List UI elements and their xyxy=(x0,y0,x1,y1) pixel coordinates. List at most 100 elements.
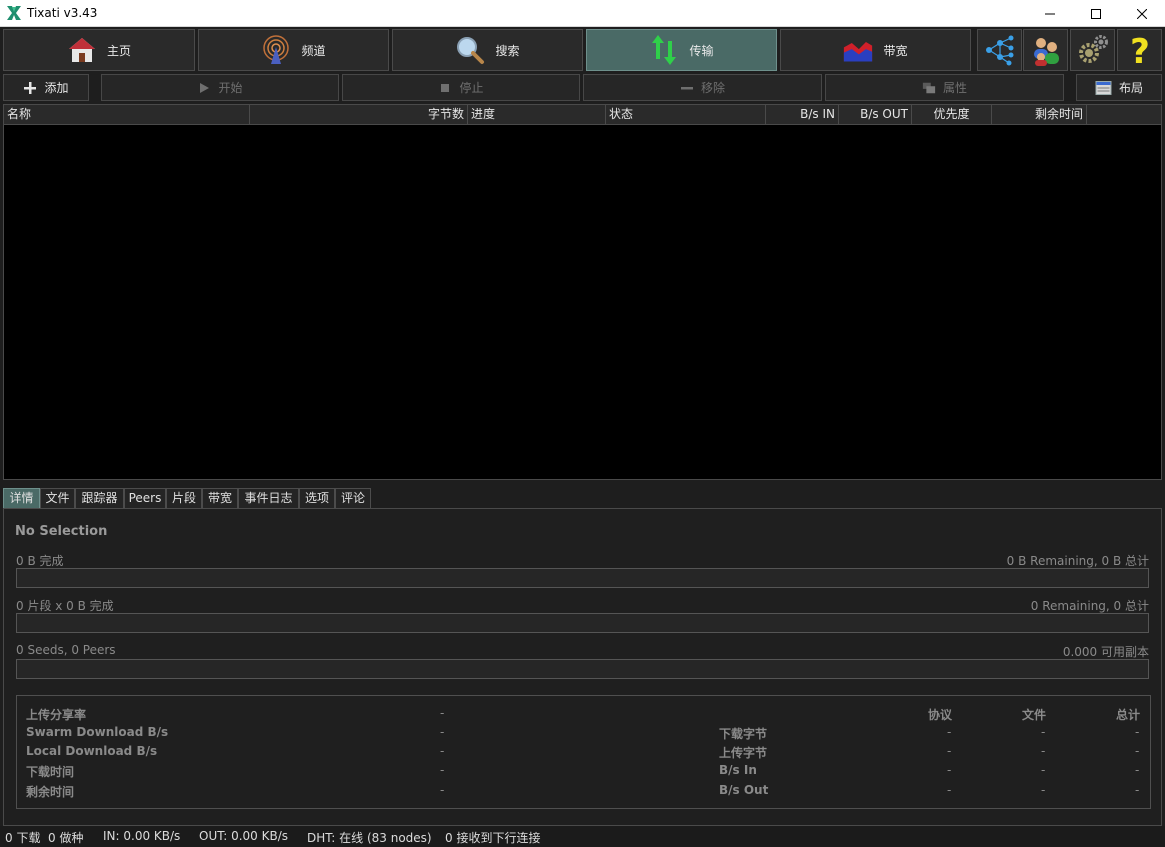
stat-value: - xyxy=(947,763,952,777)
tab-trackers[interactable]: 跟踪器 xyxy=(75,488,124,509)
column-bs-out[interactable]: B/s OUT xyxy=(839,105,912,124)
status-seeds: 0 做种 xyxy=(48,831,84,845)
column-status[interactable]: 状态 xyxy=(606,105,766,124)
column-progress[interactable]: 进度 xyxy=(468,105,606,124)
tab-details[interactable]: 详情 xyxy=(3,488,40,509)
download-time-label: 下载时间 xyxy=(26,765,75,779)
stat-value: - xyxy=(947,783,952,797)
svg-text:?: ? xyxy=(1130,33,1150,67)
stop-button[interactable]: 停止 xyxy=(342,74,580,101)
remove-label: 移除 xyxy=(700,81,725,95)
close-button[interactable] xyxy=(1119,0,1165,27)
broadcast-tower-icon xyxy=(263,35,290,64)
network-nodes-icon xyxy=(985,35,1013,66)
column-bytes[interactable]: 字节数 xyxy=(250,105,468,124)
status-dht: DHT: 在线 (83 nodes) xyxy=(307,831,432,845)
stat-value: - xyxy=(1135,783,1140,797)
minimize-button[interactable] xyxy=(1027,0,1073,27)
bs-in-label: B/s In xyxy=(719,763,757,777)
remove-button[interactable]: 移除 xyxy=(583,74,822,101)
details-panel: No Selection 0 B 完成 0 B Remaining, 0 B 总… xyxy=(3,508,1162,826)
stat-value: - xyxy=(947,744,952,758)
settings-button[interactable] xyxy=(1070,29,1115,71)
swarm-download-label: Swarm Download B/s xyxy=(26,725,169,739)
tab-peers[interactable]: Peers xyxy=(124,488,166,509)
complete-text: 0 B 完成 xyxy=(16,554,64,568)
window-title: Tixati v3.43 xyxy=(27,6,98,20)
local-download-label: Local Download B/s xyxy=(26,744,158,758)
house-icon xyxy=(68,38,95,62)
properties-button[interactable]: 属性 xyxy=(825,74,1064,101)
availability-bar xyxy=(16,659,1149,679)
channels-button[interactable]: 频道 xyxy=(198,29,389,71)
transfer-list[interactable]: 名称 字节数 进度 状态 B/s IN B/s OUT 优先度 剩余时间 xyxy=(3,104,1162,480)
properties-label: 属性 xyxy=(942,81,967,95)
tab-event-log[interactable]: 事件日志 xyxy=(238,488,299,509)
stop-icon xyxy=(441,83,450,92)
stat-value: - xyxy=(1041,763,1046,777)
tab-pieces[interactable]: 片段 xyxy=(166,488,202,509)
start-button[interactable]: 开始 xyxy=(101,74,339,101)
tab-comments[interactable]: 评论 xyxy=(335,488,371,509)
files-header: 文件 xyxy=(1022,708,1047,722)
transfers-button[interactable]: 传输 xyxy=(586,29,777,71)
downloaded-bytes-label: 下载字节 xyxy=(719,727,768,741)
upload-ratio-value: - xyxy=(440,706,445,720)
stats-box: 上传分享率 Swarm Download B/s Local Download … xyxy=(16,695,1151,809)
layout-button[interactable]: 布局 xyxy=(1076,74,1162,101)
search-button[interactable]: 搜索 xyxy=(392,29,583,71)
maximize-button[interactable] xyxy=(1073,0,1119,27)
column-bs-in[interactable]: B/s IN xyxy=(766,105,839,124)
home-label: 主页 xyxy=(106,43,131,58)
bs-out-label: B/s Out xyxy=(719,783,769,797)
title-bar: Tixati v3.43 xyxy=(0,0,1165,27)
list-header: 名称 字节数 进度 状态 B/s IN B/s OUT 优先度 剩余时间 xyxy=(4,105,1161,125)
seeds-peers-text: 0 Seeds, 0 Peers xyxy=(16,643,116,657)
upload-ratio-label: 上传分享率 xyxy=(26,708,87,722)
stat-value: - xyxy=(1041,725,1046,739)
stop-label: 停止 xyxy=(459,81,484,95)
stat-value: - xyxy=(947,725,952,739)
tab-options[interactable]: 选项 xyxy=(299,488,335,509)
transfers-label: 传输 xyxy=(689,43,714,58)
column-name[interactable]: 名称 xyxy=(4,105,250,124)
status-bar: 0 下载 0 做种 IN: 0.00 KB/s OUT: 0.00 KB/s D… xyxy=(0,826,1165,847)
pieces-progress-bar xyxy=(16,613,1149,633)
stat-value: - xyxy=(1041,783,1046,797)
status-incoming: 0 接收到下行连接 xyxy=(445,831,541,845)
time-left-value: - xyxy=(440,783,445,797)
users-icon xyxy=(1033,38,1059,66)
total-header: 总计 xyxy=(1116,708,1141,722)
play-icon xyxy=(200,82,210,93)
help-button[interactable]: ? xyxy=(1117,29,1162,71)
pieces-remaining-text: 0 Remaining, 0 总计 xyxy=(1030,599,1149,613)
column-priority[interactable]: 优先度 xyxy=(912,105,992,124)
stat-value: - xyxy=(1135,763,1140,777)
download-time-value: - xyxy=(440,763,445,777)
status-in-rate: IN: 0.00 KB/s xyxy=(103,829,181,843)
dht-network-button[interactable] xyxy=(977,29,1022,71)
local-download-value: - xyxy=(440,744,445,758)
completion-progress-bar xyxy=(16,568,1149,588)
maximize-icon xyxy=(1091,8,1101,19)
home-button[interactable]: 主页 xyxy=(3,29,195,71)
status-downloads: 0 下载 xyxy=(5,831,41,845)
bandwidth-graph-icon xyxy=(844,42,873,62)
stat-value: - xyxy=(1135,725,1140,739)
minus-icon xyxy=(680,86,693,89)
column-time-left[interactable]: 剩余时间 xyxy=(992,105,1087,124)
stat-value: - xyxy=(1135,744,1140,758)
add-button[interactable]: 添加 xyxy=(3,74,89,101)
properties-windows-icon xyxy=(922,82,936,93)
remaining-text: 0 B Remaining, 0 B 总计 xyxy=(1006,554,1149,568)
question-mark-icon: ? xyxy=(1130,33,1150,67)
uploaded-bytes-label: 上传字节 xyxy=(719,746,768,760)
bandwidth-button[interactable]: 带宽 xyxy=(780,29,971,71)
users-button[interactable] xyxy=(1023,29,1068,71)
stat-value: - xyxy=(1041,744,1046,758)
tab-bandwidth[interactable]: 带宽 xyxy=(202,488,238,509)
plus-icon xyxy=(24,81,37,94)
tab-files[interactable]: 文件 xyxy=(40,488,75,509)
transfer-arrows-icon xyxy=(652,35,677,65)
add-label: 添加 xyxy=(44,81,69,95)
